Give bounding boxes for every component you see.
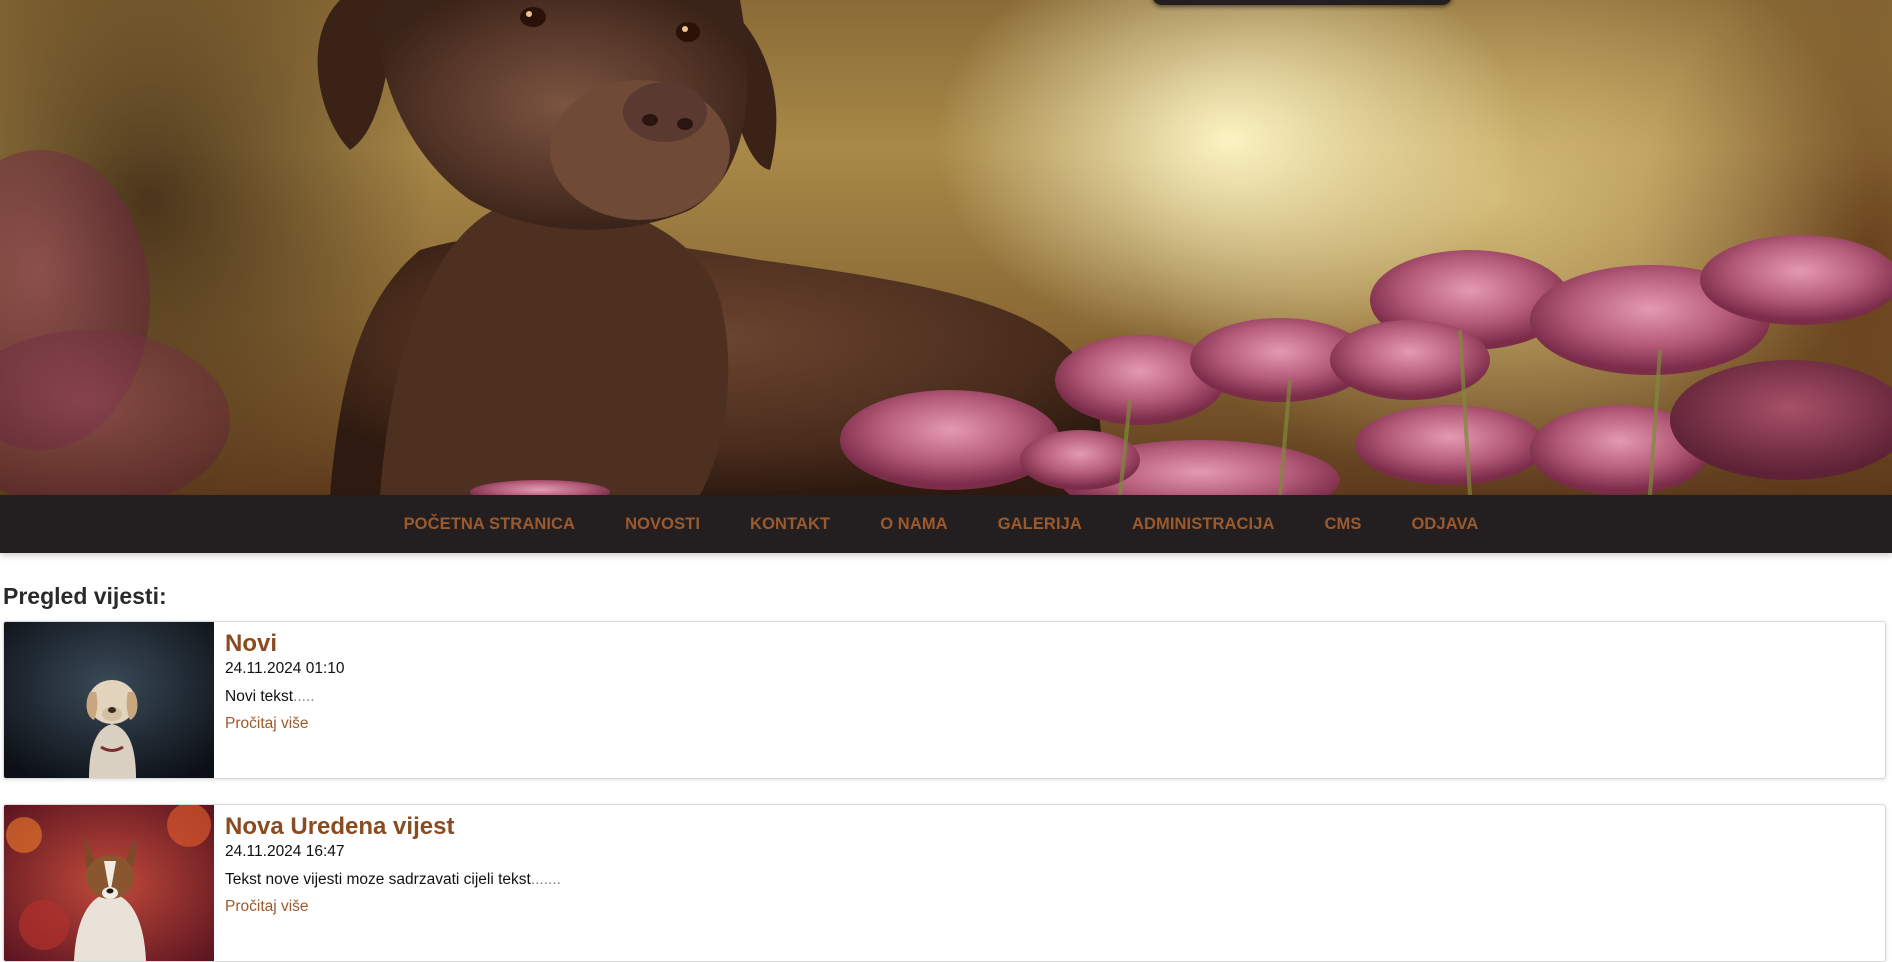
nav-item-administracija[interactable]: ADMINISTRACIJA — [1107, 515, 1300, 534]
main-navigation: POČETNA STRANICA NOVOSTI KONTAKT O NAMA … — [0, 495, 1892, 553]
news-title[interactable]: Novi — [225, 630, 1875, 658]
hero-banner — [0, 0, 1892, 495]
read-more-link[interactable]: Pročitaj više — [225, 714, 309, 733]
news-excerpt-text: Tekst nove vijesti moze sadrzavati cijel… — [225, 871, 531, 888]
nav-item-novosti[interactable]: NOVOSTI — [600, 515, 725, 534]
news-excerpt: Tekst nove vijesti moze sadrzavati cijel… — [225, 870, 1875, 889]
page-title: Pregled vijesti: — [3, 583, 167, 609]
news-title[interactable]: Nova Uredena vijest — [225, 813, 1875, 841]
news-excerpt-text: Novi tekst — [225, 688, 294, 705]
nav-item-pocetna-stranica[interactable]: POČETNA STRANICA — [379, 515, 601, 534]
hero-top-tab — [1152, 0, 1452, 5]
nav-item-odjava[interactable]: ODJAVA — [1386, 515, 1503, 534]
news-card: Novi 24.11.2024 01:10 Novi tekst..... Pr… — [3, 621, 1886, 779]
news-date: 24.11.2024 16:47 — [225, 843, 345, 860]
news-thumbnail[interactable] — [4, 622, 214, 778]
nav-item-kontakt[interactable]: KONTAKT — [725, 515, 855, 534]
news-card-body: Nova Uredena vijest 24.11.2024 16:47 Tek… — [225, 813, 1875, 916]
nav-list: POČETNA STRANICA NOVOSTI KONTAKT O NAMA … — [379, 515, 1504, 534]
news-card-body: Novi 24.11.2024 01:10 Novi tekst..... Pr… — [225, 630, 1875, 733]
news-date: 24.11.2024 01:10 — [225, 660, 345, 677]
nav-item-cms[interactable]: CMS — [1300, 515, 1387, 534]
news-thumbnail[interactable] — [4, 805, 214, 961]
news-excerpt-ellipsis: ..... — [293, 688, 315, 705]
news-excerpt: Novi tekst..... — [225, 687, 1875, 706]
hero-dog-image — [0, 0, 1892, 495]
nav-item-o-nama[interactable]: O NAMA — [855, 515, 973, 534]
news-card: Nova Uredena vijest 24.11.2024 16:47 Tek… — [3, 804, 1886, 962]
news-excerpt-ellipsis: ....... — [530, 871, 561, 888]
nav-item-galerija[interactable]: GALERIJA — [973, 515, 1107, 534]
read-more-link[interactable]: Pročitaj više — [225, 897, 309, 916]
